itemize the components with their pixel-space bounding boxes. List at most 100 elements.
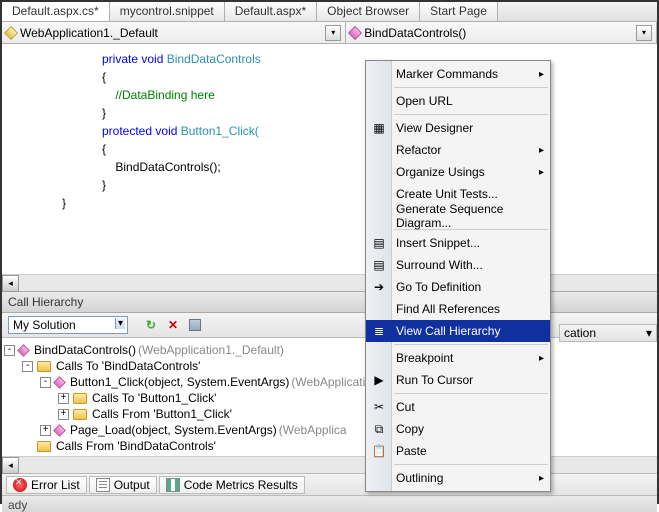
menu-item-label: Organize Usings bbox=[396, 165, 485, 179]
tab-start-page[interactable]: Start Page bbox=[420, 2, 498, 21]
details-pane-header[interactable]: cation ▾ bbox=[559, 324, 657, 342]
tree-item-label: BindDataControls() bbox=[34, 342, 136, 358]
tab-default-cs[interactable]: Default.aspx.cs* bbox=[2, 2, 110, 21]
tab-output[interactable]: Output bbox=[89, 476, 157, 494]
dropdown-icon[interactable]: ▾ bbox=[325, 25, 341, 41]
expander-icon[interactable]: - bbox=[4, 345, 15, 356]
menu-item-find-all-references[interactable]: Find All References bbox=[366, 298, 550, 320]
menu-item-label: Go To Definition bbox=[396, 280, 481, 294]
call-hierarchy-title: Call Hierarchy bbox=[2, 291, 657, 313]
menu-item-go-to-definition[interactable]: ➔Go To Definition bbox=[366, 276, 550, 298]
tab-error-list[interactable]: Error List bbox=[6, 476, 87, 494]
tree-row[interactable]: + Calls From 'Button1_Click' bbox=[4, 406, 655, 422]
menu-item-generate-sequence-diagram[interactable]: Generate Sequence Diagram... bbox=[366, 205, 550, 227]
panel-horizontal-scrollbar[interactable]: ◂ bbox=[2, 456, 657, 473]
expander-icon[interactable]: + bbox=[40, 425, 51, 436]
menu-item-marker-commands[interactable]: Marker Commands bbox=[366, 63, 550, 85]
menu-item-icon: ✂ bbox=[371, 399, 387, 415]
menu-item-label: Find All References bbox=[396, 302, 500, 316]
menu-item-label: Surround With... bbox=[396, 258, 483, 272]
menu-item-icon: ≣ bbox=[371, 323, 387, 339]
dropdown-icon[interactable]: ▾ bbox=[636, 25, 652, 41]
menu-item-outlining[interactable]: Outlining bbox=[366, 467, 550, 489]
toggle-details-button[interactable] bbox=[186, 316, 204, 334]
code-editor[interactable]: private void BindDataControls { //DataBi… bbox=[2, 44, 657, 274]
method-icon bbox=[348, 25, 362, 39]
tree-row[interactable]: - Button1_Click(object, System.EventArgs)… bbox=[4, 374, 655, 390]
menu-item-label: Run To Cursor bbox=[396, 373, 473, 387]
folder-icon bbox=[73, 409, 87, 420]
scope-combo[interactable]: My Solution bbox=[8, 316, 128, 334]
type-navigator[interactable]: WebApplication1._Default ▾ bbox=[2, 22, 346, 43]
editor-horizontal-scrollbar[interactable]: ◂ bbox=[2, 274, 657, 291]
tree-row[interactable]: + Calls To 'Button1_Click' bbox=[4, 390, 655, 406]
expander-icon[interactable]: + bbox=[58, 393, 69, 404]
menu-item-label: View Designer bbox=[396, 121, 473, 135]
menu-separator bbox=[394, 393, 548, 394]
method-icon bbox=[53, 376, 66, 389]
refresh-button[interactable]: ↻ bbox=[142, 316, 160, 334]
menu-item-label: Cut bbox=[396, 400, 415, 414]
folder-icon bbox=[37, 361, 51, 372]
scroll-left-icon[interactable]: ◂ bbox=[2, 457, 19, 474]
tree-row[interactable]: Calls From 'BindDataControls' bbox=[4, 438, 655, 454]
tab-code-metrics[interactable]: Code Metrics Results bbox=[159, 476, 305, 494]
chevron-down-icon: ▾ bbox=[646, 326, 652, 340]
menu-item-insert-snippet[interactable]: ▤ Insert Snippet... bbox=[366, 232, 550, 254]
tool-window-tabs: Error List Output Code Metrics Results bbox=[2, 473, 657, 495]
tree-row[interactable]: -Calls To 'BindDataControls' bbox=[4, 358, 655, 374]
menu-item-view-call-hierarchy[interactable]: ≣ View Call Hierarchy bbox=[366, 320, 550, 342]
menu-separator bbox=[394, 344, 548, 345]
menu-item-icon: ▤ bbox=[371, 235, 387, 251]
menu-item-label: View Call Hierarchy bbox=[396, 324, 500, 338]
tree-item-label: Calls To 'Button1_Click' bbox=[92, 390, 216, 406]
menu-item-organize-usings[interactable]: Organize Usings bbox=[366, 161, 550, 183]
menu-item-breakpoint[interactable]: Breakpoint bbox=[366, 347, 550, 369]
tab-mycontrol-snippet[interactable]: mycontrol.snippet bbox=[110, 2, 225, 21]
tree-item-label: Calls From 'BindDataControls' bbox=[56, 438, 216, 454]
menu-item-label: Outlining bbox=[396, 471, 443, 485]
output-icon bbox=[96, 478, 110, 492]
tree-row[interactable]: +Page_Load(object, System.EventArgs) (We… bbox=[4, 422, 655, 438]
folder-icon bbox=[37, 441, 51, 452]
navigation-bar: WebApplication1._Default ▾ BindDataContr… bbox=[2, 22, 657, 44]
remove-root-button[interactable]: ✕ bbox=[164, 316, 182, 334]
menu-item-run-to-cursor[interactable]: ▶Run To Cursor bbox=[366, 369, 550, 391]
menu-item-view-designer[interactable]: ▦ View Designer bbox=[366, 117, 550, 139]
member-navigator[interactable]: BindDataControls() ▾ bbox=[346, 22, 657, 43]
menu-item-open-url[interactable]: Open URL bbox=[366, 90, 550, 112]
menu-item-icon: 📋 bbox=[371, 443, 387, 459]
menu-item-label: Create Unit Tests... bbox=[396, 187, 498, 201]
menu-item-surround-with[interactable]: ▤ Surround With... bbox=[366, 254, 550, 276]
tree-row[interactable]: - BindDataControls() (WebApplication1._De… bbox=[4, 342, 655, 358]
menu-item-label: Insert Snippet... bbox=[396, 236, 480, 250]
menu-separator bbox=[394, 114, 548, 115]
menu-item-label: Paste bbox=[396, 444, 427, 458]
details-label: cation bbox=[564, 326, 596, 340]
menu-item-label: Marker Commands bbox=[396, 67, 498, 81]
tab-object-browser[interactable]: Object Browser bbox=[317, 2, 420, 21]
menu-item-cut[interactable]: ✂ Cut bbox=[366, 396, 550, 418]
menu-item-icon: ▤ bbox=[371, 257, 387, 273]
menu-item-label: Generate Sequence Diagram... bbox=[396, 202, 532, 230]
menu-separator bbox=[394, 464, 548, 465]
menu-item-copy[interactable]: ⧉ Copy bbox=[366, 418, 550, 440]
method-icon bbox=[53, 424, 66, 437]
expander-icon[interactable]: - bbox=[22, 361, 33, 372]
expander-icon[interactable]: - bbox=[40, 377, 51, 388]
scroll-left-icon[interactable]: ◂ bbox=[2, 275, 19, 292]
tab-default-aspx[interactable]: Default.aspx* bbox=[225, 2, 317, 21]
type-name: WebApplication1._Default bbox=[20, 26, 158, 40]
tree-item-label: Calls From 'Button1_Click' bbox=[92, 406, 232, 422]
menu-item-refactor[interactable]: Refactor bbox=[366, 139, 550, 161]
menu-item-label: Refactor bbox=[396, 143, 441, 157]
menu-item-icon: ⧉ bbox=[371, 421, 387, 437]
tree-item-detail: (WebApplication1._Default) bbox=[138, 342, 284, 358]
menu-item-label: Copy bbox=[396, 422, 424, 436]
expander-icon[interactable]: + bbox=[58, 409, 69, 420]
tree-item-label: Button1_Click(object, System.EventArgs) bbox=[70, 374, 289, 390]
menu-item-icon: ▦ bbox=[371, 120, 387, 136]
call-hierarchy-tree[interactable]: -BindDataControls() (WebApplication1._De… bbox=[2, 338, 657, 456]
menu-item-label: Breakpoint bbox=[396, 351, 453, 365]
menu-item-paste[interactable]: 📋 Paste bbox=[366, 440, 550, 462]
